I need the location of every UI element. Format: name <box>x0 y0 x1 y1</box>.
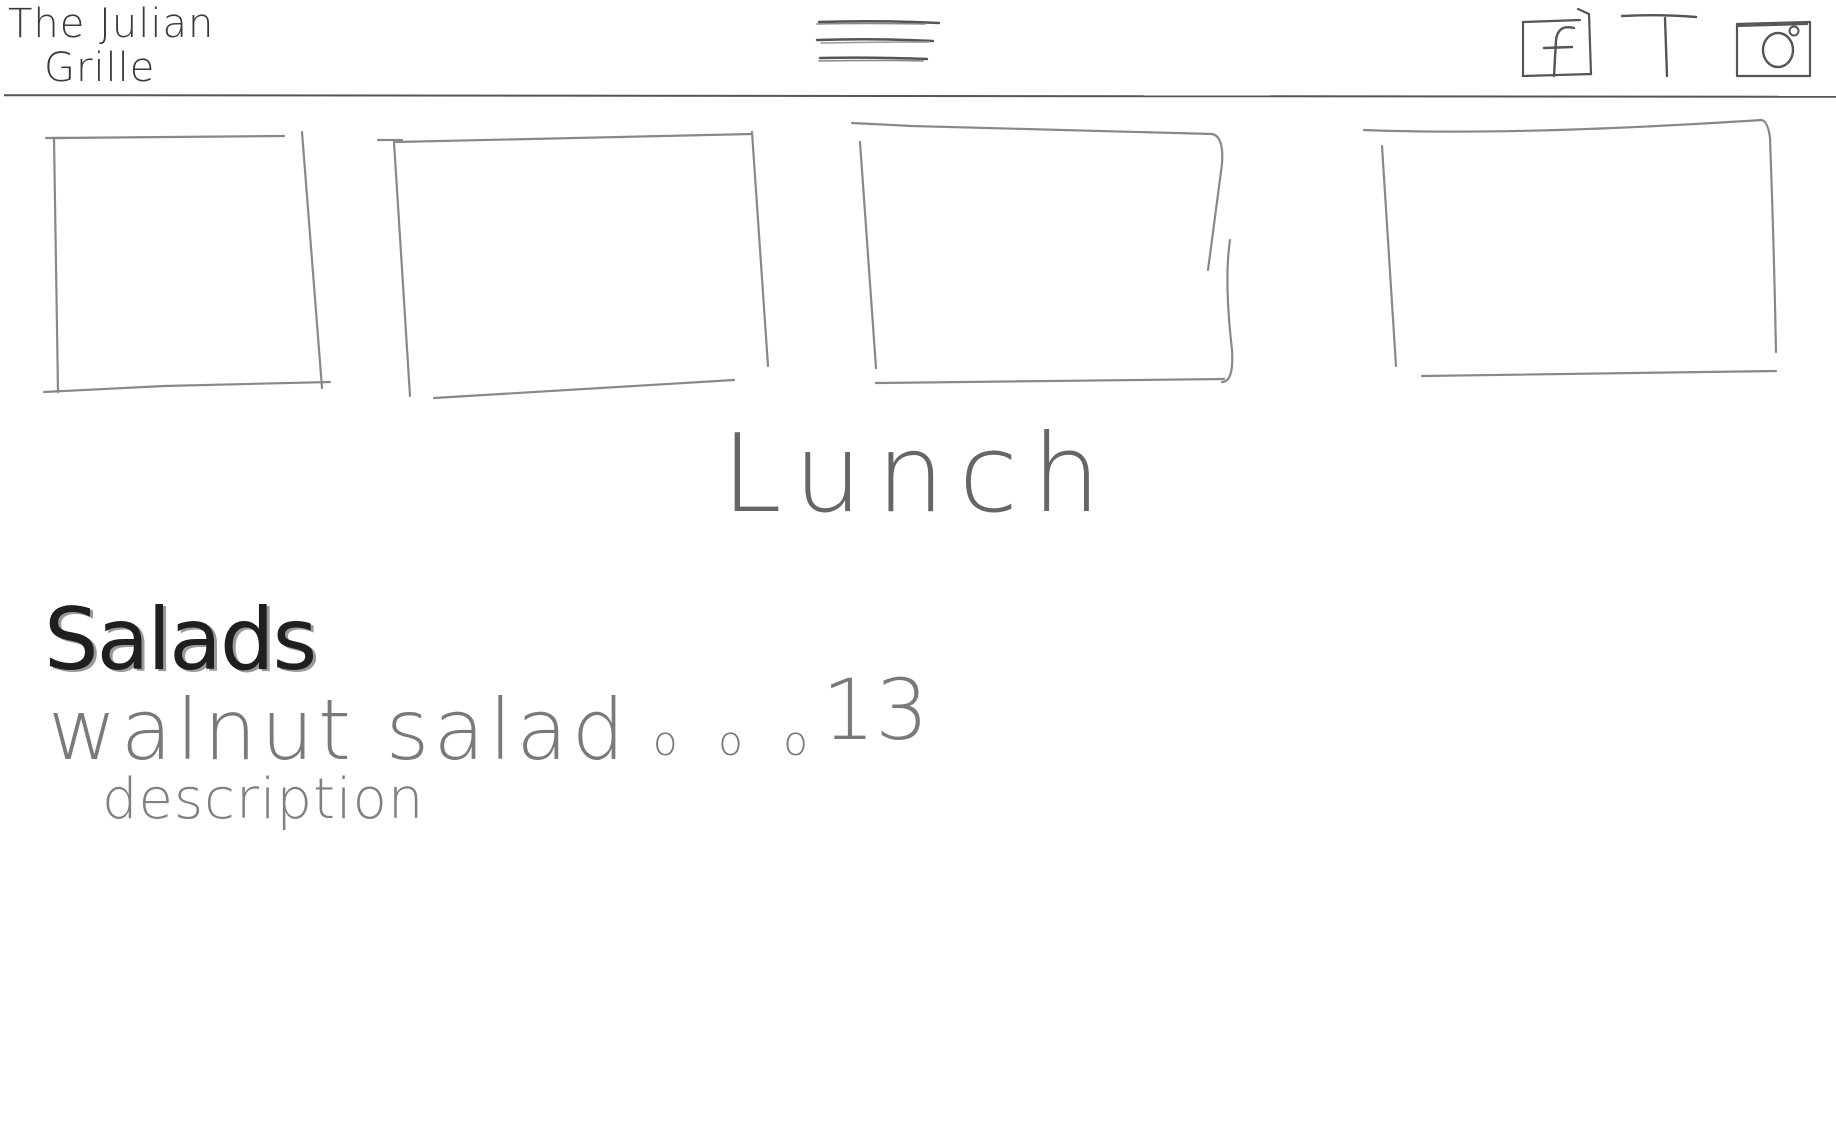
category-heading: Salads <box>44 590 317 690</box>
brand-name-line1: The Julian <box>8 1 215 47</box>
facebook-icon <box>1521 7 1593 78</box>
menu-item[interactable]: walnut salad o o o13 description <box>48 662 948 832</box>
menu-button[interactable] <box>815 14 941 74</box>
menu-item-leader: o o o <box>653 719 822 765</box>
brand-name-line2: Grille <box>44 45 156 91</box>
gallery-image-1[interactable] <box>42 130 334 400</box>
twitter-icon <box>1620 14 1698 78</box>
menu-item-name: walnut salad <box>48 681 629 779</box>
gallery-image-3[interactable] <box>850 120 1252 390</box>
hamburger-menu-icon <box>815 19 941 62</box>
header-divider <box>3 94 1836 98</box>
instagram-link[interactable] <box>1734 6 1814 80</box>
gallery-image-2[interactable] <box>376 128 778 408</box>
instagram-icon <box>1735 20 1812 78</box>
gallery-image-4[interactable] <box>1362 116 1782 386</box>
twitter-link[interactable] <box>1620 6 1700 80</box>
facebook-link[interactable] <box>1518 6 1598 80</box>
brand-logo[interactable]: The Julian Grille <box>8 2 238 90</box>
section-title: Lunch <box>721 412 1115 537</box>
menu-item-price: 13 <box>821 661 929 759</box>
site-header: The Julian Grille <box>0 0 1836 98</box>
